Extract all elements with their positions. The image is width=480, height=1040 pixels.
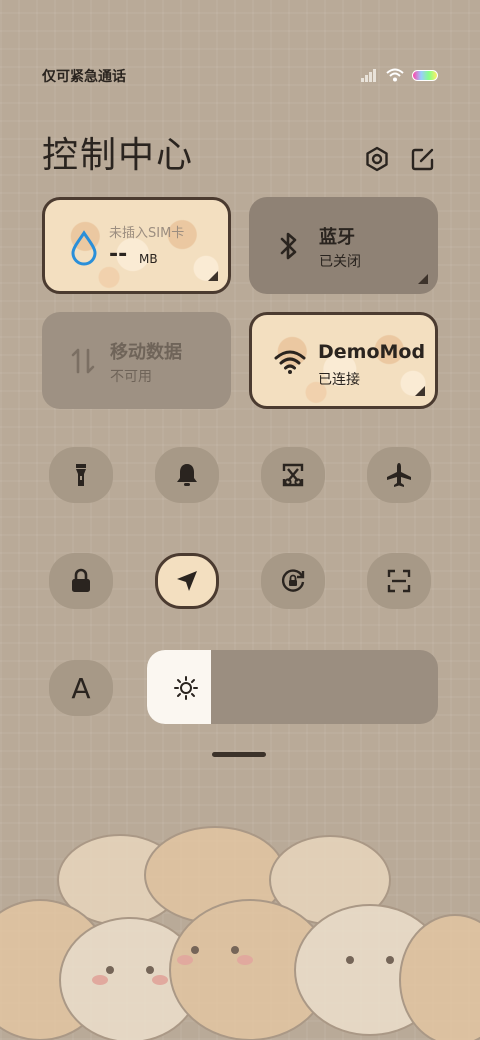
edit-icon[interactable] [410,146,436,172]
settings-icon[interactable] [364,146,390,172]
flashlight-icon [76,464,86,486]
sim-status-label: 未插入SIM卡 [109,226,185,241]
data-arrows-icon [71,348,95,374]
bell-icon [177,464,197,486]
airplane-toggle[interactable] [367,447,431,503]
bluetooth-tile[interactable]: 蓝牙 已关闭 [249,197,438,294]
font-size-toggle[interactable]: A [49,660,113,716]
lock-icon [72,568,90,592]
mobile-data-tile[interactable]: 移动数据 不可用 [42,312,231,409]
wifi-icon [274,350,306,374]
wifi-network-name: DemoMod [318,341,426,363]
battery-icon [412,69,438,81]
location-toggle[interactable] [155,553,219,609]
lock-screen-toggle[interactable] [49,553,113,609]
wifi-tile[interactable]: DemoMod 已连接 [249,312,438,409]
rotation-lock-toggle[interactable] [261,553,325,609]
airplane-icon [387,463,411,487]
brightness-slider[interactable] [147,650,438,724]
wifi-status: 已连接 [318,372,360,388]
status-bar: 仅可紧急通话 [42,66,438,86]
status-text: 仅可紧急通话 [42,69,126,85]
sun-icon [174,676,198,700]
mobile-data-title: 移动数据 [110,342,182,363]
bluetooth-title: 蓝牙 [319,227,355,248]
flashlight-toggle[interactable] [49,447,113,503]
expand-corner-icon [415,386,425,396]
screenshot-toggle[interactable] [261,447,325,503]
drag-handle[interactable] [212,752,266,757]
bluetooth-icon [280,232,297,260]
expand-corner-icon [418,274,428,284]
signal-icon [361,69,376,82]
status-icons [360,68,438,82]
dog-illustration [0,826,480,1040]
data-usage-value: -- [109,242,128,267]
wifi-status-icon [386,68,404,82]
scan-toggle[interactable] [367,553,431,609]
notification-toggle[interactable] [155,447,219,503]
data-usage-unit: MB [139,252,158,266]
screenshot-icon [282,463,304,487]
data-usage-tile[interactable]: 未插入SIM卡 -- MB [42,197,231,294]
water-drop-icon [71,230,97,266]
page-title: 控制中心 [42,135,195,176]
expand-corner-icon [208,271,218,281]
location-icon [177,571,197,591]
scan-icon [387,569,411,593]
rotation-lock-icon [281,569,305,592]
bluetooth-status: 已关闭 [319,254,361,270]
font-icon: A [71,671,91,705]
mobile-data-status: 不可用 [110,369,152,385]
